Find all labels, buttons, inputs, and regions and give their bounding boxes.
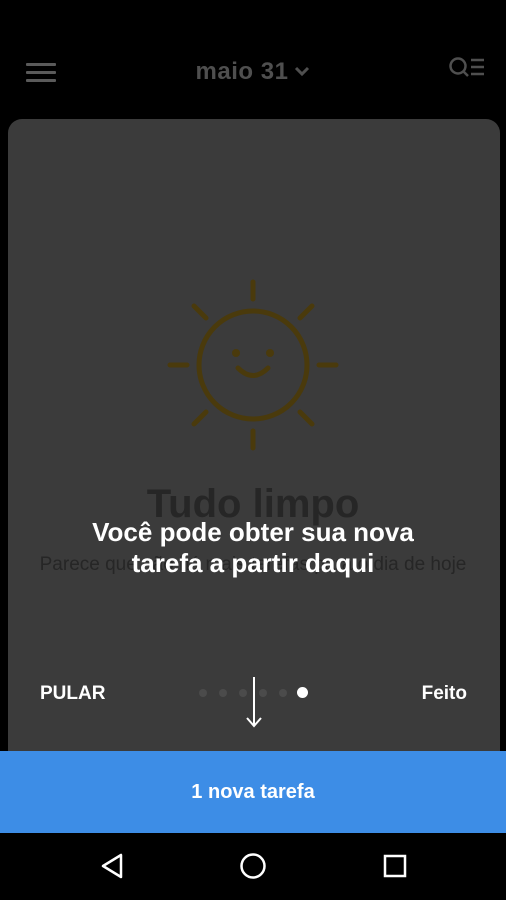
tutorial-tip-text: Você pode obter sua nova tarefa a partir… bbox=[92, 517, 414, 578]
page-dot bbox=[279, 689, 287, 697]
date-selector[interactable]: maio 31 bbox=[0, 58, 506, 86]
system-navigation-bar bbox=[0, 833, 506, 900]
home-circle-icon[interactable] bbox=[238, 851, 268, 881]
app-header: maio 31 bbox=[0, 0, 506, 120]
date-label: maio 31 bbox=[195, 58, 289, 85]
page-dot bbox=[199, 689, 207, 697]
back-triangle-icon[interactable] bbox=[98, 851, 128, 881]
chevron-down-icon bbox=[294, 64, 310, 82]
search-list-icon[interactable] bbox=[448, 56, 486, 82]
smiling-sun-icon bbox=[160, 275, 345, 460]
done-button[interactable]: Feito bbox=[422, 683, 467, 705]
recent-square-icon[interactable] bbox=[380, 851, 410, 881]
page-dot bbox=[219, 689, 227, 697]
arrow-down-icon bbox=[244, 675, 264, 730]
skip-button[interactable]: PULAR bbox=[40, 683, 105, 705]
new-task-button[interactable]: 1 nova tarefa bbox=[0, 751, 506, 833]
page-dot-active bbox=[297, 687, 308, 698]
